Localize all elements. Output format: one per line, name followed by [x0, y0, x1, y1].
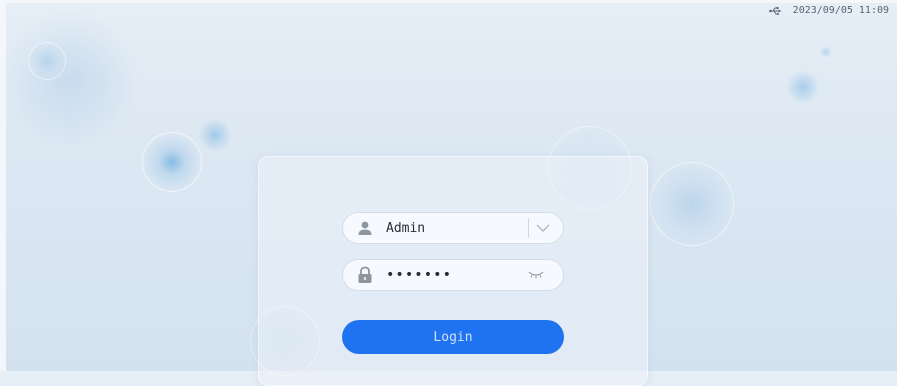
password-input[interactable]	[386, 267, 506, 283]
chevron-down-icon[interactable]	[535, 220, 551, 236]
background-bubble	[786, 70, 820, 104]
login-button[interactable]: Login	[342, 320, 564, 354]
password-field[interactable]	[342, 259, 564, 291]
background-bubble	[142, 132, 202, 192]
status-datetime: 2023/09/05 11:09	[792, 5, 889, 16]
background-bubble	[0, 10, 140, 150]
eye-closed-icon[interactable]	[528, 268, 544, 282]
window-top-edge	[0, 0, 897, 3]
background-bubble	[650, 162, 734, 246]
lock-icon	[356, 266, 374, 284]
background-bubble	[198, 118, 232, 152]
window-left-edge	[0, 0, 6, 371]
field-divider	[528, 218, 529, 238]
background-bubble	[28, 42, 66, 80]
username-field[interactable]	[342, 212, 564, 244]
background-bubble	[820, 46, 832, 58]
usb-icon	[768, 6, 783, 16]
user-icon	[356, 219, 374, 237]
username-input[interactable]	[386, 220, 506, 236]
status-bar: 2023/09/05 11:09	[768, 5, 889, 16]
